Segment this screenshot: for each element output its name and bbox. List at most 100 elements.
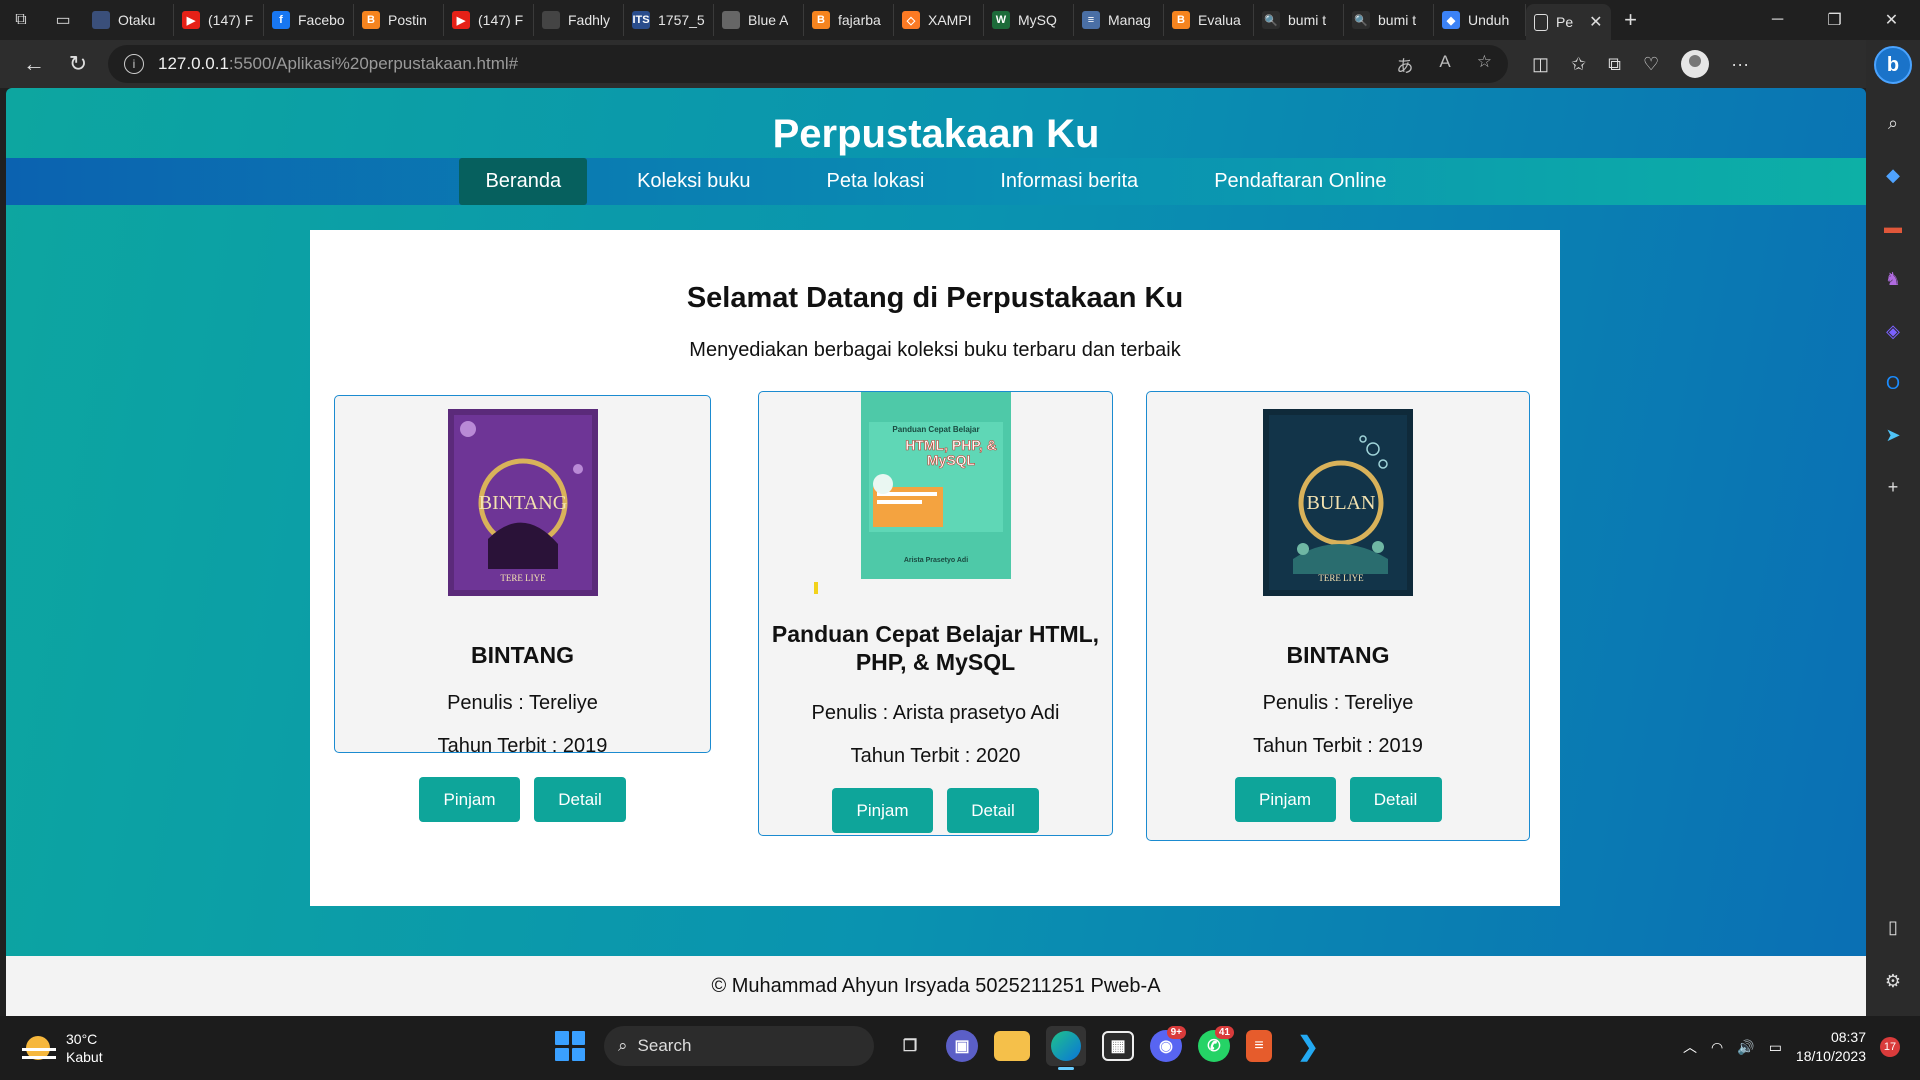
wifi-icon[interactable]: ◠	[1711, 1039, 1723, 1056]
teams-chat-icon[interactable]: ▣	[946, 1030, 978, 1062]
discord-icon[interactable]: ◉ 9+	[1150, 1026, 1186, 1062]
book-cover-bulan: BULAN TERE LIYE	[1263, 409, 1413, 596]
tools-icon[interactable]: ▬	[1876, 214, 1910, 240]
browser-toolbar: ← ↻ i 127.0.0.1:5500/Aplikasi%20perpusta…	[0, 40, 1920, 88]
edge-browser-icon[interactable]	[1046, 1026, 1086, 1070]
close-tab-icon[interactable]: ✕	[1589, 12, 1602, 32]
file-explorer-icon[interactable]	[994, 1031, 1030, 1061]
new-tab-button[interactable]: +	[1611, 7, 1651, 33]
book-author: Penulis : Tereliye	[447, 692, 598, 714]
tab-favicon-icon: W	[992, 11, 1010, 29]
browser-tab[interactable]: ≡ Manag	[1074, 4, 1164, 36]
clock[interactable]: 08:37 18/10/2023	[1796, 1028, 1866, 1066]
borrow-button[interactable]: Pinjam	[419, 777, 520, 822]
browser-tab[interactable]: ◆ Unduh	[1434, 4, 1526, 36]
refresh-icon[interactable]: ↻	[56, 44, 100, 84]
weather-widget[interactable]: 30°C Kabut	[0, 1030, 103, 1066]
nav-koleksi-buku[interactable]: Koleksi buku	[611, 158, 776, 205]
tab-favicon-icon: f	[272, 11, 290, 29]
profile-avatar[interactable]	[1681, 50, 1710, 78]
book-year: Tahun Terbit : 2019	[1253, 735, 1423, 757]
taskbar-search[interactable]: ⌕ Search	[604, 1026, 874, 1066]
settings-gear-icon[interactable]: ⚙	[1876, 968, 1910, 994]
borrow-button[interactable]: Pinjam	[1234, 777, 1336, 822]
read-aloud-icon[interactable]: A	[1439, 52, 1450, 77]
notification-badge[interactable]: 17	[1880, 1037, 1900, 1057]
tab-title: Otaku	[118, 12, 156, 28]
nav-peta-lokasi[interactable]: Peta lokasi	[801, 158, 951, 205]
minimize-icon[interactable]: ─	[1749, 0, 1806, 40]
more-menu-icon[interactable]: ···	[1731, 54, 1749, 75]
tab-title: Fadhly	[568, 12, 611, 28]
shopping-icon[interactable]: ◆	[1876, 162, 1910, 188]
outlook-icon[interactable]: O	[1876, 370, 1910, 396]
tab-favicon-icon: ≡	[1082, 11, 1100, 29]
restore-icon[interactable]: ❐	[1806, 0, 1863, 40]
detail-button[interactable]: Detail	[1349, 777, 1442, 822]
browser-tab[interactable]: Blue A	[714, 4, 804, 36]
browser-tab[interactable]: Bfajarba	[804, 4, 894, 36]
address-bar[interactable]: i 127.0.0.1:5500/Aplikasi%20perpustakaan…	[108, 45, 1508, 83]
sidebar-toggle-icon[interactable]: ▯	[1876, 914, 1910, 940]
tab-title: 1757_5	[658, 12, 705, 28]
tab-title: (147) F	[478, 12, 524, 28]
performance-icon[interactable]: ♡	[1643, 54, 1659, 75]
browser-tab[interactable]: ▶ (147) F	[444, 4, 534, 36]
browser-tab-strip: ⧉ ▭ Otaku ▶ (147) F f Facebo B Postin ▶ (147) F F…	[0, 0, 1920, 40]
browser-tab[interactable]: ITS 1757_5	[624, 4, 714, 36]
translate-icon[interactable]: あ	[1396, 52, 1413, 77]
microsoft-365-icon[interactable]: ◈	[1876, 318, 1910, 344]
nav-beranda[interactable]: Beranda	[459, 158, 588, 205]
vscode-icon[interactable]: ❯	[1288, 1026, 1328, 1066]
task-view-icon[interactable]: ❐	[890, 1026, 930, 1066]
browser-tab[interactable]: B Postin	[354, 4, 444, 36]
detail-button[interactable]: Detail	[534, 777, 626, 822]
clock-date: 18/10/2023	[1795, 1048, 1866, 1064]
book-card-bintang: BINTANG TERE LIYE BINTANG Penulis : Tere…	[334, 395, 711, 822]
discord-badge: 9+	[1166, 1026, 1186, 1039]
browser-tab[interactable]: 🔍 bumi t	[1254, 4, 1344, 36]
start-button[interactable]	[552, 1028, 588, 1064]
favorites-icon[interactable]: ✩	[1571, 54, 1586, 75]
borrow-button[interactable]: Pinjam	[832, 788, 933, 833]
volume-icon[interactable]: 🔊	[1737, 1039, 1754, 1056]
tab-title: (147) F	[208, 12, 254, 28]
whatsapp-icon[interactable]: ✆ 41	[1198, 1026, 1234, 1062]
microsoft-store-icon[interactable]: ▦	[1102, 1031, 1134, 1061]
browser-tab[interactable]: ◇ XAMPI	[894, 4, 984, 36]
copilot-icon[interactable]: b	[1874, 46, 1912, 84]
tab-title: Blue A	[748, 12, 789, 28]
document-app-icon[interactable]: ≡	[1246, 1030, 1272, 1062]
tab-title: bumi t	[1378, 12, 1417, 28]
battery-icon[interactable]: ▭	[1769, 1039, 1782, 1056]
nav-informasi-berita[interactable]: Informasi berita	[974, 158, 1164, 205]
browser-tab[interactable]: Otaku	[84, 4, 174, 36]
browser-tab[interactable]: Fadhly	[534, 4, 624, 36]
url-host: 127.0.0.1	[158, 54, 229, 73]
site-info-icon[interactable]: i	[124, 54, 144, 74]
browser-tab[interactable]: ▶ (147) F	[174, 4, 264, 36]
tab-title: Facebo	[298, 12, 345, 28]
nav-pendaftaran-online[interactable]: Pendaftaran Online	[1188, 158, 1412, 205]
tab-active[interactable]: Pe ✕	[1526, 4, 1611, 40]
favorite-star-icon[interactable]: ☆	[1477, 52, 1492, 77]
collections-icon[interactable]: ⧉	[1608, 54, 1621, 75]
tab-favicon-icon: ▶	[182, 11, 200, 29]
browser-tab[interactable]: 🔍 bumi t	[1344, 4, 1434, 36]
browser-tab[interactable]: W MySQ	[984, 4, 1074, 36]
close-window-icon[interactable]: ✕	[1863, 0, 1920, 40]
show-hidden-icons-icon[interactable]: ︿	[1683, 1037, 1697, 1057]
split-screen-icon[interactable]: ◫	[1532, 54, 1549, 75]
back-icon[interactable]: ←	[12, 44, 56, 84]
drop-icon[interactable]: ➤	[1876, 422, 1910, 448]
tab-actions-icon[interactable]: ▭	[42, 0, 84, 40]
detail-button[interactable]: Detail	[947, 788, 1039, 833]
browser-tab[interactable]: f Facebo	[264, 4, 354, 36]
games-icon[interactable]: ♞	[1876, 266, 1910, 292]
tagline: Menyediakan berbagai koleksi buku terbar…	[689, 339, 1181, 361]
workspaces-icon[interactable]: ⧉	[0, 0, 42, 40]
add-icon[interactable]: +	[1876, 474, 1910, 500]
search-icon[interactable]: ⌕	[1876, 110, 1910, 136]
cursor-marker	[814, 582, 818, 594]
browser-tab[interactable]: B Evalua	[1164, 4, 1254, 36]
